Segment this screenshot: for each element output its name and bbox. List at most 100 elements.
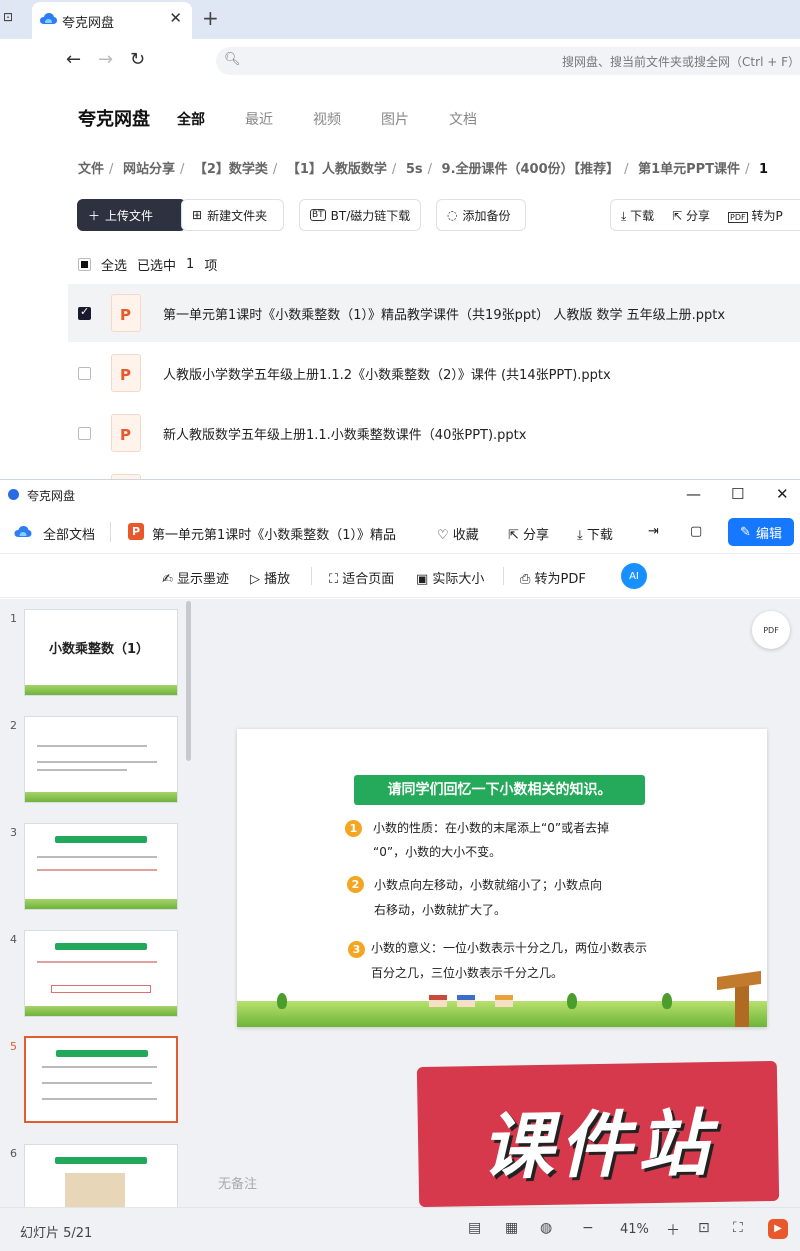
slide-thumbnail-1[interactable]: 小数乘整数（1） — [24, 609, 178, 696]
crumb[interactable]: 【2】数学类 — [194, 162, 268, 177]
download-button[interactable]: ⤓ 下载 — [577, 524, 613, 543]
file-name[interactable]: 新人教版数学五年级上册1.1.小数乘整数课件（40张PPT).pptx — [163, 424, 526, 443]
tree-decoration — [567, 993, 577, 1009]
browser-nav-bar: ← → ↻ 🔍︎ 搜网盘、搜当前文件夹或搜全网（Ctrl + F） — [48, 39, 800, 83]
favorite-button[interactable]: ♡ 收藏 — [437, 524, 479, 543]
tab-docs[interactable]: 文档 — [449, 109, 477, 129]
slide-thumbnail-5[interactable] — [24, 1036, 178, 1123]
file-checkbox[interactable] — [78, 305, 91, 320]
slide-thumbnail-4[interactable] — [24, 930, 178, 1017]
select-all-checkbox[interactable] — [78, 258, 91, 271]
crumb[interactable]: 9.全册课件（400份）【推荐】 — [442, 162, 620, 177]
fit-page-button[interactable]: ⛶ 适合页面 — [329, 568, 394, 587]
share-label: 分享 — [523, 528, 550, 543]
convert-pdf-float-button[interactable]: PDF — [752, 611, 790, 649]
tab-recent[interactable]: 最近 — [245, 109, 273, 129]
crumb[interactable]: 网站分享 — [123, 162, 175, 177]
file-checkbox[interactable] — [78, 366, 91, 380]
to-pdf-label: 转为PDF — [534, 572, 586, 587]
crumb[interactable]: 【1】人教版数学 — [287, 162, 387, 177]
point-number: 3 — [348, 941, 365, 958]
point-text: 小数的性质：在小数的末尾添上“0”或者去掉 — [373, 821, 610, 835]
tab-image[interactable]: 图片 — [381, 109, 409, 129]
file-row[interactable]: 人教版小学数学五年级上册1.1.2《小数乘整数（2）》课件 (共14张PPT).… — [68, 344, 800, 402]
pptx-file-icon — [111, 294, 141, 332]
fit-screen-icon[interactable]: ⊡ — [698, 1220, 710, 1236]
point-text: 右移动，小数就扩大了。 — [374, 903, 507, 917]
crumb[interactable]: 文件 — [78, 162, 104, 177]
play-button[interactable]: ▷ 播放 — [250, 568, 290, 587]
upload-button[interactable]: ＋ 上传文件 — [77, 199, 186, 231]
maximize-icon[interactable]: ☐ — [731, 485, 744, 503]
minimize-icon[interactable]: — — [686, 485, 701, 503]
app-logo-icon — [8, 489, 19, 500]
point-number: 1 — [345, 820, 362, 837]
pen-icon: ✎ — [740, 524, 751, 540]
slide-thumbnail-pane: 1 小数乘整数（1） 2 3 4 5 6 — [0, 599, 197, 1207]
browser-tab[interactable]: 夸克网盘 ✕ — [32, 2, 192, 39]
current-slide: 请同学们回忆一下小数相关的知识。 1 小数的性质：在小数的末尾添上“0”或者去掉… — [237, 729, 767, 1027]
new-folder-button[interactable]: ⊞ 新建文件夹 — [181, 199, 284, 231]
bt-download-button[interactable]: BT BT/磁力链下载 — [299, 199, 421, 231]
back-icon[interactable]: ← — [66, 49, 81, 70]
tab-video[interactable]: 视频 — [313, 109, 341, 129]
forward-icon[interactable]: → — [98, 49, 113, 70]
thumb-line — [42, 1082, 152, 1084]
edit-button[interactable]: ✎ 编辑 — [728, 518, 794, 546]
point-text: “0”，小数的大小不变。 — [373, 845, 502, 859]
close-tab-icon[interactable]: ✕ — [169, 9, 182, 27]
thumb-line — [42, 1066, 157, 1068]
slide-thumbnail-2[interactable] — [24, 716, 178, 803]
add-backup-button[interactable]: ◌ 添加备份 — [436, 199, 526, 231]
new-tab-icon[interactable]: + — [202, 6, 219, 30]
reload-icon[interactable]: ↻ — [130, 49, 145, 70]
viewer-title-bar: 夸克网盘 — ☐ ✕ — [0, 480, 800, 510]
house-decoration — [457, 995, 475, 1007]
file-checkbox[interactable] — [78, 426, 91, 440]
file-row[interactable]: 新人教版数学五年级上册1.1.小数乘整数课件（40张PPT).pptx — [68, 404, 800, 462]
fullscreen-icon[interactable]: ⛶ — [733, 1220, 743, 1236]
grid-view-icon[interactable]: ▦ — [505, 1220, 518, 1236]
to-pdf-button[interactable]: PDF 转为P — [728, 207, 783, 224]
slide-thumbnail-6[interactable] — [24, 1144, 178, 1207]
zoom-out-icon[interactable]: − — [582, 1220, 594, 1236]
point-text: 小数的意义：一位小数表示十分之几，两位小数表示 — [371, 941, 648, 955]
open-external-icon[interactable]: ⇥ — [648, 524, 659, 539]
thumb-line — [37, 961, 157, 963]
file-name[interactable]: 人教版小学数学五年级上册1.1.2《小数乘整数（2）》课件 (共14张PPT).… — [163, 364, 611, 383]
crumb[interactable]: 第1单元PPT课件 — [638, 162, 740, 177]
backup-icon: ◌ — [447, 208, 458, 222]
normal-view-icon[interactable]: ▤ — [468, 1220, 481, 1236]
sidebar-toggle-icon[interactable]: ⊡ — [3, 10, 13, 24]
notes-placeholder[interactable]: 无备注 — [218, 1173, 257, 1192]
to-pdf-button[interactable]: ⎙ 转为PDF — [520, 568, 586, 587]
download-button[interactable]: ⤓ 下载 — [621, 207, 654, 224]
crumb[interactable]: 5s — [406, 162, 423, 177]
thumbnail-scrollbar[interactable] — [186, 601, 191, 761]
quark-cloud-icon — [14, 526, 32, 537]
file-row[interactable]: 第一单元第1课时《小数乘整数（1）》精品教学课件（共19张ppt） 人教版 数学… — [68, 284, 800, 342]
search-input[interactable]: 🔍︎ 搜网盘、搜当前文件夹或搜全网（Ctrl + F） — [216, 47, 800, 75]
share-button[interactable]: ⇱ 分享 — [672, 207, 710, 224]
close-window-icon[interactable]: ✕ — [776, 485, 789, 503]
actual-size-button[interactable]: ▣ 实际大小 — [416, 568, 484, 587]
slide-thumbnail-3[interactable] — [24, 823, 178, 910]
feedback-icon[interactable]: ▢ — [690, 524, 702, 539]
thumb-bar — [55, 1157, 147, 1164]
file-name[interactable]: 第一单元第1课时《小数乘整数（1）》精品教学课件（共19张ppt） 人教版 数学… — [163, 304, 725, 323]
quark-drive-page: 夸克网盘 全部 最近 视频 图片 文档 文件 / 网站分享 / 【2】数学类 / 【1… — [48, 83, 800, 481]
ai-assistant-button[interactable]: AI — [621, 563, 647, 589]
tab-all[interactable]: 全部 — [177, 109, 205, 129]
slideshow-play-icon[interactable]: ▶ — [768, 1219, 788, 1239]
bt-label: BT/磁力链下载 — [330, 208, 411, 223]
all-docs-link[interactable]: 全部文档 — [43, 524, 95, 543]
share-button[interactable]: ⇱ 分享 — [508, 524, 549, 543]
web-view-icon[interactable]: ◍ — [540, 1220, 552, 1236]
thumb-box — [51, 985, 151, 993]
zoom-in-icon[interactable]: ＋ — [666, 1220, 680, 1240]
show-ink-button[interactable]: ✍ 显示墨迹 — [162, 568, 229, 587]
thumb-line — [37, 769, 127, 771]
select-all-label[interactable]: 全选 — [101, 255, 127, 274]
ppt-doc-icon: P — [128, 523, 144, 540]
doc-title: 第一单元第1课时《小数乘整数（1）》精品 — [152, 528, 397, 543]
